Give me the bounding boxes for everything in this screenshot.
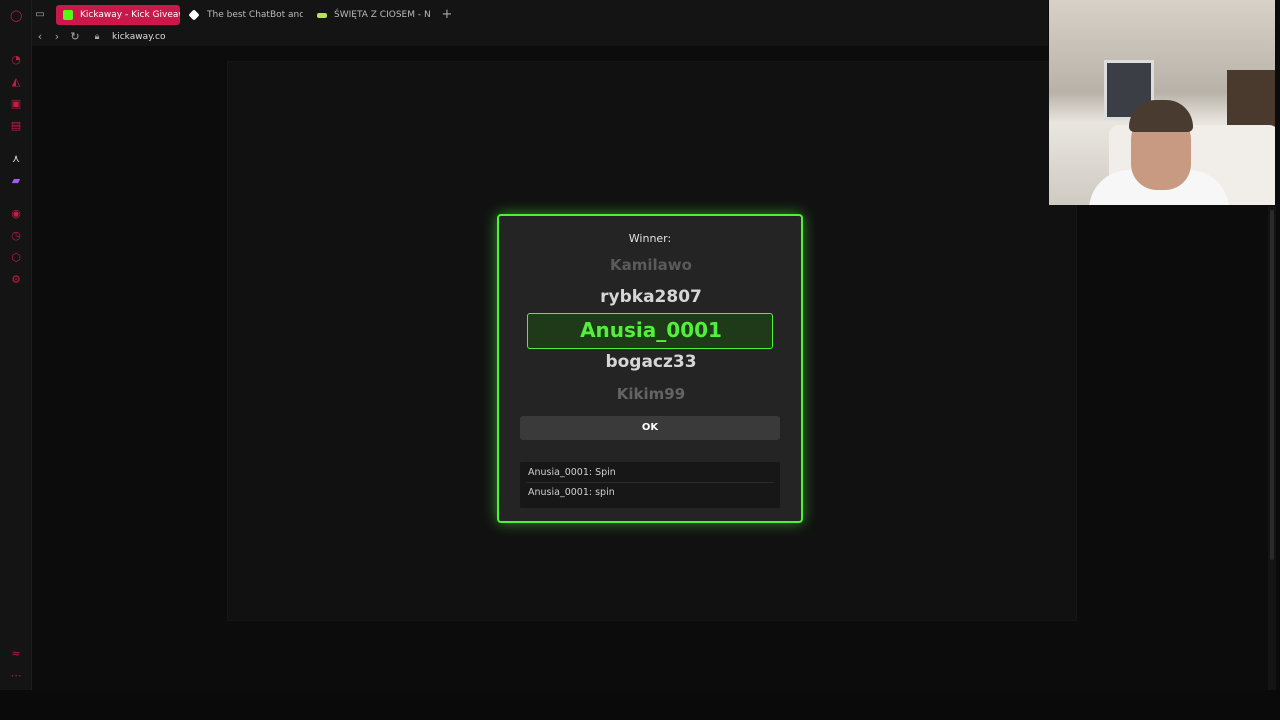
scroll-thumb[interactable]	[1270, 210, 1274, 560]
music-icon[interactable]: ▤	[10, 120, 22, 132]
spinner-name: rybka2807	[600, 287, 702, 307]
spinner-name: bogacz33	[605, 352, 697, 372]
spinner-name: Kikim99	[616, 385, 686, 403]
name-spinner: Kamilawo rybka2807 Anusia_0001 bogacz33 …	[527, 254, 775, 404]
messenger-icon[interactable]: ◭	[10, 76, 22, 88]
log-entry: Anusia_0001: Spin	[528, 467, 616, 478]
aria-icon[interactable]: ◔	[10, 54, 22, 66]
winner-title: Winner:	[628, 232, 672, 245]
tab-chatbot[interactable]: The best ChatBot and Wi	[183, 5, 303, 25]
swieta-favicon-icon	[317, 13, 327, 18]
tab-title: The best ChatBot and Wi	[207, 10, 303, 20]
tab-title: ŚWIĘTA Z CIOSEM - NAJ	[334, 10, 430, 20]
lock-icon: 🔒︎	[94, 32, 100, 42]
whatsapp-icon[interactable]: ▣	[10, 98, 22, 110]
tab-menu-icon[interactable]: ▭	[33, 8, 47, 22]
gx-icon[interactable]: ≈	[10, 648, 22, 660]
spinner-name: Kamilawo	[610, 256, 692, 274]
forward-icon[interactable]: ›	[50, 30, 64, 44]
bottom-bar	[0, 690, 1280, 720]
browser-sidebar: ◯ ◔ ◭ ▣ ▤ ⋏ ▰ ◉ ◷ ⬡ ⚙ ≈ ⋯	[0, 0, 32, 690]
more-icon[interactable]: ⋯	[10, 670, 22, 682]
tab-title: Kickaway - Kick Giveaway	[80, 10, 180, 20]
webcam-overlay	[1049, 0, 1275, 205]
winner-modal: Winner: Kamilawo rybka2807 Anusia_0001 b…	[497, 214, 803, 523]
page-scrollbar[interactable]	[1268, 206, 1276, 690]
player-icon[interactable]: ◉	[10, 208, 22, 220]
history-icon[interactable]: ◷	[10, 230, 22, 242]
winner-name: Anusia_0001	[580, 318, 722, 342]
twitch-icon[interactable]: ▰	[10, 175, 22, 187]
opera-logo-icon[interactable]: ◯	[10, 10, 22, 22]
back-icon[interactable]: ‹	[33, 30, 47, 44]
address-bar: ‹ › ↻ 🔒︎ kickaway.co	[32, 30, 1048, 46]
extensions-icon[interactable]: ⬡	[10, 252, 22, 264]
log-entry: Anusia_0001: spin	[528, 487, 615, 498]
tab-bar: ▭ Kickaway - Kick Giveaway The best Chat…	[32, 0, 1048, 30]
chat-log: Anusia_0001: Spin Anusia_0001: spin	[520, 462, 780, 508]
reload-icon[interactable]: ↻	[68, 30, 82, 44]
kickaway-favicon-icon	[63, 10, 73, 20]
webcam-person-hair	[1129, 100, 1193, 132]
ok-button[interactable]: OK	[520, 416, 780, 440]
tab-swieta[interactable]: ŚWIĘTA Z CIOSEM - NAJ	[310, 5, 430, 25]
kick-icon[interactable]: ⋏	[10, 153, 22, 165]
url-field[interactable]: kickaway.co	[112, 30, 165, 44]
tab-kickaway[interactable]: Kickaway - Kick Giveaway	[56, 5, 180, 25]
log-divider	[526, 482, 774, 483]
settings-icon[interactable]: ⚙	[10, 274, 22, 286]
new-tab-button[interactable]: +	[437, 5, 457, 25]
chatbot-favicon-icon	[188, 9, 200, 21]
